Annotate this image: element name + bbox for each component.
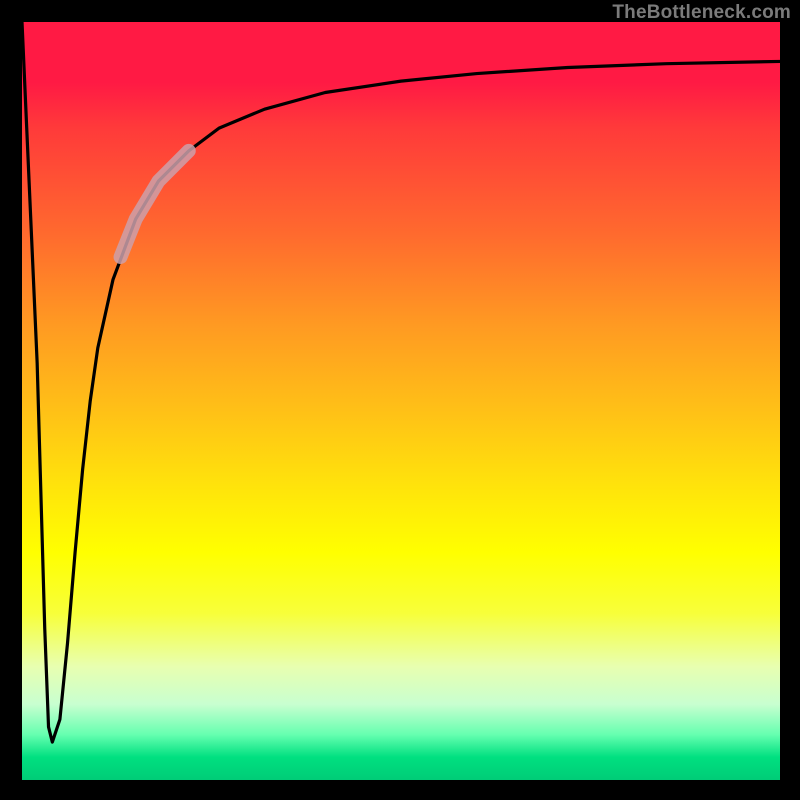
curve-line bbox=[22, 22, 780, 742]
chart-svg bbox=[22, 22, 780, 780]
watermark-text: TheBottleneck.com bbox=[612, 2, 791, 24]
chart-frame: TheBottleneck.com bbox=[0, 0, 800, 800]
curve-highlight bbox=[121, 151, 189, 257]
